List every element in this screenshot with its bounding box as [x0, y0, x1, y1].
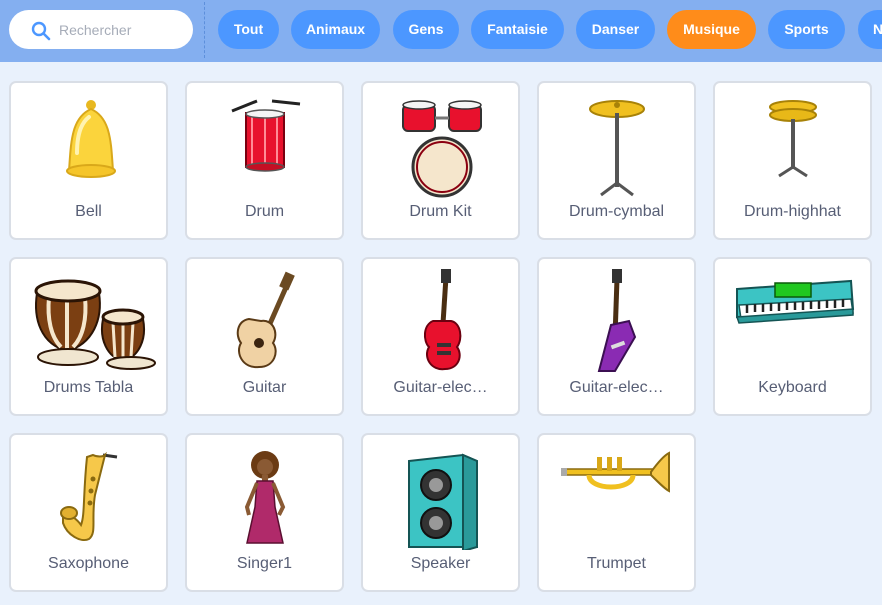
- sprite-name: Guitar-elec…: [569, 379, 664, 396]
- category-more[interactable]: N: [858, 10, 882, 49]
- search-icon: [31, 21, 51, 41]
- sprite-card-speaker[interactable]: Speaker: [361, 433, 520, 592]
- sprite-name: Trumpet: [587, 555, 646, 572]
- sprite-name: Guitar: [242, 379, 287, 396]
- sprite-card-guitar-electric-2[interactable]: Guitar-elec…: [537, 257, 696, 416]
- sprite-name: Saxophone: [48, 555, 129, 572]
- category-fantaisie[interactable]: Fantaisie: [471, 10, 564, 49]
- sprite-card-drum[interactable]: Drum: [185, 81, 344, 240]
- bell-icon: [66, 100, 116, 178]
- category-gens[interactable]: Gens: [393, 10, 459, 49]
- search-input[interactable]: [59, 18, 184, 42]
- category-musique[interactable]: Musique: [667, 10, 756, 49]
- sprite-name: Drum-cymbal: [568, 203, 665, 220]
- sprite-name: Drum-highhat: [744, 203, 841, 220]
- cymbal-icon: [589, 100, 645, 197]
- electric-guitar-icon: [423, 269, 462, 371]
- category-animaux[interactable]: Animaux: [291, 10, 380, 49]
- sprite-name: Keyboard: [758, 379, 827, 396]
- category-danser[interactable]: Danser: [576, 10, 655, 49]
- saxophone-icon: [60, 451, 118, 541]
- sprite-name: Drum: [244, 203, 285, 220]
- guitar-icon: [236, 271, 295, 369]
- sprite-card-drums-tabla[interactable]: Drums Tabla: [9, 257, 168, 416]
- hihat-icon: [769, 100, 817, 178]
- keyboard-icon: [735, 279, 855, 324]
- trumpet-icon: [561, 451, 670, 493]
- drum-kit-icon: [402, 100, 482, 198]
- sprite-name: Guitar-elec…: [393, 379, 488, 396]
- electric-guitar-v-icon: [597, 269, 637, 372]
- category-toolbar: Tout Animaux Gens Fantaisie Danser Musiq…: [0, 0, 882, 62]
- sprite-name: Drum Kit: [409, 203, 472, 220]
- sprite-name: Drums Tabla: [43, 379, 134, 396]
- sprite-card-bell[interactable]: Bell: [9, 81, 168, 240]
- tabla-icon: [34, 279, 156, 370]
- search-box[interactable]: [9, 10, 193, 49]
- speaker-icon: [408, 453, 478, 550]
- sprite-card-guitar-electric-1[interactable]: Guitar-elec…: [361, 257, 520, 416]
- sprite-card-guitar[interactable]: Guitar: [185, 257, 344, 416]
- category-sports[interactable]: Sports: [768, 10, 845, 49]
- singer-icon: [244, 451, 286, 544]
- drum-icon: [231, 99, 301, 172]
- sprite-name: Speaker: [410, 555, 471, 572]
- toolbar-divider: [204, 2, 205, 58]
- sprite-card-drum-highhat[interactable]: Drum-highhat: [713, 81, 872, 240]
- sprite-card-drum-cymbal[interactable]: Drum-cymbal: [537, 81, 696, 240]
- sprite-card-keyboard[interactable]: Keyboard: [713, 257, 872, 416]
- category-tout[interactable]: Tout: [218, 10, 279, 49]
- sprite-card-saxophone[interactable]: Saxophone: [9, 433, 168, 592]
- sprite-card-trumpet[interactable]: Trumpet: [537, 433, 696, 592]
- sprite-card-singer1[interactable]: Singer1: [185, 433, 344, 592]
- sprite-card-drum-kit[interactable]: Drum Kit: [361, 81, 520, 240]
- sprite-name: Singer1: [236, 555, 293, 572]
- sprite-name: Bell: [75, 203, 102, 220]
